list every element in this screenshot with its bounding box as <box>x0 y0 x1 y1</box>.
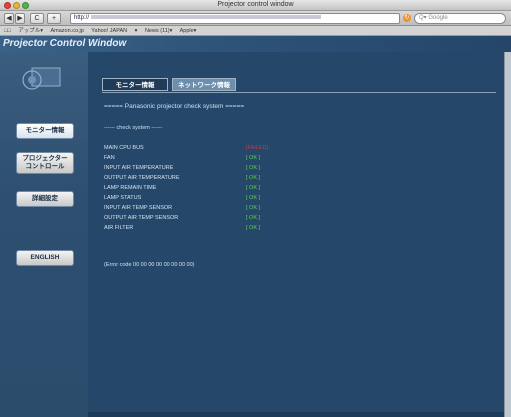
window-title: Projector control window <box>217 1 294 8</box>
bookmark-item[interactable]: Apple▾ <box>180 28 197 34</box>
status-row: INPUT AIR TEMPERATURE [ OK ] <box>104 165 364 175</box>
stop-button[interactable]: C <box>30 13 44 24</box>
search-input[interactable]: Q▾ Google <box>414 13 506 24</box>
bookmark-item[interactable]: アップル▾ <box>18 28 43 34</box>
bookmark-item[interactable]: Amazon.co.jp <box>50 28 83 34</box>
error-code: (Error code 00 00 00 00 00 00 00 00) <box>104 262 195 268</box>
status-value: [ OK ] <box>246 165 261 171</box>
status-label: LAMP REMAIN TIME <box>104 185 157 191</box>
url-redacted <box>91 15 322 20</box>
app-title: Projector Control Window <box>3 38 127 49</box>
sidebar-item-detailed-settings[interactable]: 詳細設定 <box>16 191 74 207</box>
reload-icon[interactable]: ↻ <box>403 14 411 22</box>
sidebar-item-projector-control[interactable]: プロジェクター コントロール <box>16 152 74 174</box>
status-value: [ OK ] <box>246 215 261 221</box>
status-label: LAMP STATUS <box>104 195 142 201</box>
tab-divider <box>102 92 496 93</box>
sidebar-item-label: プロジェクター <box>22 155 68 162</box>
status-value: [ OK ] <box>246 205 261 211</box>
bookmarks-bar: □□ アップル▾ Amazon.co.jp Yahoo! JAPAN ▾ New… <box>0 26 511 36</box>
projector-logo-icon <box>22 67 61 90</box>
status-label: OUTPUT AIR TEMPERATURE <box>104 175 180 181</box>
status-row: OUTPUT AIR TEMP SENSOR [ OK ] <box>104 215 364 225</box>
scrollbar[interactable] <box>504 52 511 417</box>
back-button[interactable]: ◀ <box>4 13 14 24</box>
sidebar-item-label: 詳細設定 <box>32 195 58 202</box>
status-row: INPUT AIR TEMP SENSOR [ OK ] <box>104 205 364 215</box>
sidebar-item-label: モニター情報 <box>25 127 65 134</box>
status-label: FAN <box>104 155 115 161</box>
bookmark-item[interactable]: □□ <box>4 28 11 34</box>
status-label: INPUT AIR TEMP SENSOR <box>104 205 173 211</box>
sidebar-item-label: ENGLISH <box>30 254 60 261</box>
footer-strip <box>88 412 504 417</box>
bookmark-item[interactable]: Yahoo! JAPAN <box>91 28 127 34</box>
url-text: http:// <box>74 15 90 21</box>
forward-button[interactable]: ▶ <box>15 13 25 24</box>
status-row: FAN [ OK ] <box>104 155 364 165</box>
status-row: MAIN CPU BUS [FAILED] <box>104 145 364 155</box>
address-bar[interactable]: http:// <box>70 13 400 24</box>
status-row: OUTPUT AIR TEMPERATURE [ OK ] <box>104 175 364 185</box>
sidebar-item-monitor-info[interactable]: モニター情報 <box>16 123 74 139</box>
status-value: [ OK ] <box>246 175 261 181</box>
sidebar-item-label: コントロール <box>25 163 65 170</box>
status-row: AIR FILTER [ OK ] <box>104 225 364 235</box>
bookmark-item[interactable]: News (11)▾ <box>145 28 172 34</box>
system-title: ===== Panasonic projector check system =… <box>104 103 245 110</box>
status-label: INPUT AIR TEMPERATURE <box>104 165 174 171</box>
status-label: MAIN CPU BUS <box>104 145 144 151</box>
status-row: LAMP REMAIN TIME [ OK ] <box>104 185 364 195</box>
browser-toolbar: ◀ ▶ C + http:// ↻ Q▾ Google <box>0 11 511 26</box>
status-label: OUTPUT AIR TEMP SENSOR <box>104 215 179 221</box>
status-value: [ OK ] <box>246 155 261 161</box>
tab-monitor-info[interactable]: モニター情報 <box>102 78 168 91</box>
tab-network-info[interactable]: ネットワーク情報 <box>172 78 236 91</box>
app-header: Projector Control Window <box>0 36 511 52</box>
add-bookmark-button[interactable]: + <box>47 13 61 24</box>
window-title-bar: Projector control window <box>0 0 511 11</box>
status-value: [ OK ] <box>246 195 261 201</box>
status-value: [FAILED] <box>246 145 269 151</box>
sidebar: モニター情報 プロジェクター コントロール 詳細設定 ENGLISH <box>0 52 88 417</box>
status-value: [ OK ] <box>246 225 261 231</box>
main-panel: モニター情報 ネットワーク情報 ===== Panasonic projecto… <box>88 52 504 412</box>
status-row: LAMP STATUS [ OK ] <box>104 195 364 205</box>
bookmark-item[interactable]: ▾ <box>135 28 138 34</box>
check-system-heading: ------ check system ------ <box>104 125 163 131</box>
status-label: AIR FILTER <box>104 225 134 231</box>
sidebar-item-english[interactable]: ENGLISH <box>16 250 74 266</box>
status-value: [ OK ] <box>246 185 261 191</box>
